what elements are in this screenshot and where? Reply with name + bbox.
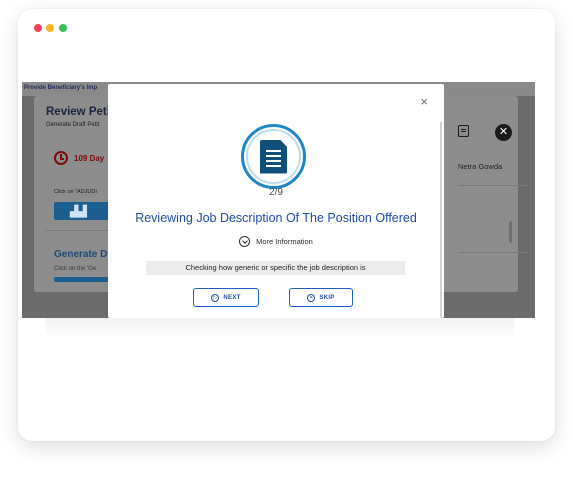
step-counter: 2/9: [269, 187, 283, 198]
user-name: Netra Gowda: [458, 162, 503, 171]
document-badge-inner: [246, 129, 301, 184]
viewport-shadow: [45, 318, 515, 338]
play-icon: ▷: [211, 293, 220, 302]
clipboard-icon[interactable]: [458, 125, 469, 137]
window-maximize-dot[interactable]: [59, 24, 67, 32]
document-icon: [260, 139, 287, 174]
panel-title: Review Peti: [46, 106, 110, 118]
chart-icon: ▟▟: [70, 205, 87, 218]
divider: [458, 252, 528, 253]
scrollbar[interactable]: [509, 221, 512, 243]
app-viewport: Provide Beneficiary's Imp Review Peti Ge…: [22, 82, 535, 318]
next-label: NEXT: [223, 294, 241, 301]
modal-close-icon[interactable]: ×: [420, 95, 428, 108]
generate-progress-bar: [54, 277, 110, 282]
skip-button[interactable]: ✕ SKIP: [289, 288, 353, 307]
generate-instruction: Click on the 'Ge: [54, 266, 97, 272]
skip-label: SKIP: [319, 294, 335, 301]
info-text: Checking how generic or specific the job…: [146, 261, 405, 275]
chart-button[interactable]: ▟▟: [54, 202, 110, 220]
next-button[interactable]: ▷ NEXT: [193, 288, 259, 307]
step-title: Reviewing Job Description Of The Positio…: [135, 211, 417, 225]
divider: [458, 185, 528, 186]
clock-icon: [54, 151, 68, 165]
walkthrough-modal: × 2/9 Reviewing Job Description Of The P…: [108, 84, 444, 318]
generate-heading: Generate D: [54, 249, 108, 260]
window-minimize-dot[interactable]: [46, 24, 54, 32]
adjudication-instruction: Click on "ADJUDI: [54, 189, 97, 195]
panel-subtitle: Generate Draft Petit: [46, 122, 100, 128]
more-information-label: More Information: [256, 237, 313, 246]
more-information-toggle[interactable]: More Information: [108, 236, 444, 247]
window-close-dot[interactable]: [34, 24, 42, 32]
days-remaining: 109 Day: [54, 151, 104, 165]
panel-close-button[interactable]: ✕: [495, 124, 512, 141]
close-icon: ✕: [307, 293, 316, 302]
days-label: 109 Day: [74, 153, 105, 163]
chevron-down-icon: [239, 236, 251, 247]
document-badge: [241, 124, 306, 189]
